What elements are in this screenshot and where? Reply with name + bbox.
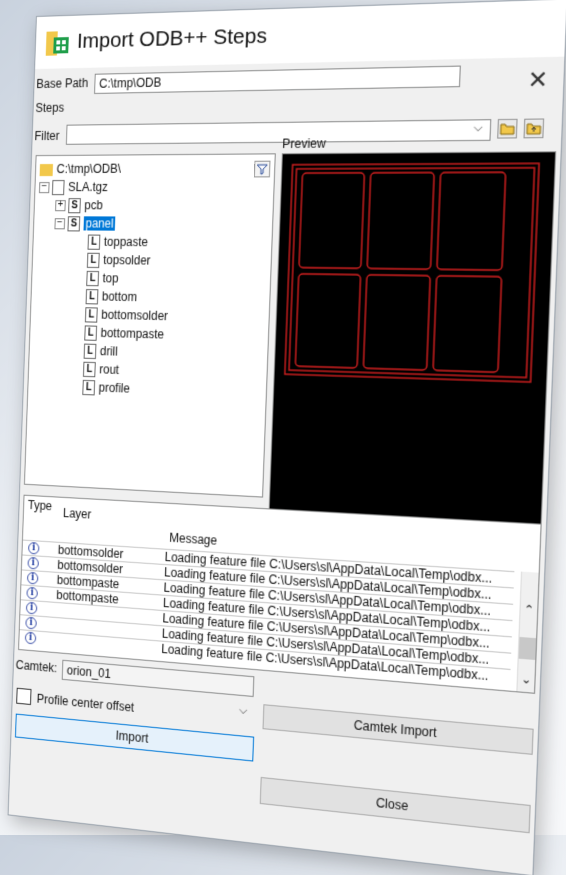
tree-node-layer[interactable]: Lbottompaste (84, 323, 164, 343)
scroll-down-icon[interactable]: ⌄ (521, 672, 532, 687)
info-icon: i (26, 571, 39, 585)
filter-label: Filter (34, 128, 60, 144)
info-icon: i (24, 631, 37, 645)
tree-label: top (102, 271, 119, 286)
expand-icon[interactable]: + (55, 199, 66, 212)
tree-label: toppaste (103, 234, 149, 250)
layer-icon: L (82, 380, 96, 396)
scroll-up-icon[interactable]: ⌃ (524, 602, 535, 617)
panel-border-inner (289, 168, 534, 378)
tree-node-layer[interactable]: Lbottomsolder (84, 305, 169, 325)
preview-canvas[interactable] (267, 151, 557, 557)
tree-node-pcb[interactable]: + Spcb (55, 196, 103, 214)
layer-icon: L (84, 307, 98, 323)
profile-center-offset-checkbox[interactable] (16, 687, 32, 706)
tree-label: pcb (84, 198, 103, 213)
info-icon: i (27, 541, 40, 555)
steps-label: Steps (35, 100, 65, 116)
collapse-icon[interactable]: − (54, 218, 66, 230)
tree-label: rout (99, 362, 120, 378)
archive-icon (51, 180, 65, 196)
layer-icon: L (84, 325, 98, 342)
scroll-thumb[interactable] (518, 636, 538, 661)
layer-icon: L (86, 253, 100, 269)
funnel-icon[interactable] (254, 161, 271, 178)
steps-tree[interactable]: C:\tmp\ODB\ − SLA.tgz + Spcb − Spanel Ltopp… (23, 153, 276, 498)
filter-combo[interactable] (65, 119, 492, 145)
preview-label: Preview (281, 136, 327, 152)
tree-label: SLA.tgz (67, 179, 109, 195)
board-outline (363, 275, 430, 370)
tree-label: bottomsolder (101, 307, 169, 324)
tree-label: drill (99, 344, 119, 359)
panel-outline-drawing (269, 152, 556, 555)
step-icon: S (68, 198, 81, 214)
layer-icon: L (87, 234, 101, 251)
board-outline (433, 276, 502, 372)
tree-label: bottompaste (100, 325, 165, 342)
tree-node-archive[interactable]: − SLA.tgz (38, 178, 109, 196)
info-icon: i (26, 586, 38, 600)
window-title: Import ODB++ Steps (76, 23, 268, 53)
tree-node-panel[interactable]: − Spanel (54, 214, 116, 232)
tree-node-layer[interactable]: Ltoppaste (87, 233, 148, 252)
tree-node-layer[interactable]: Lbottom (85, 287, 138, 306)
panel-border-outer (285, 163, 539, 382)
layer-icon: L (82, 362, 96, 378)
info-icon: i (25, 601, 38, 615)
base-path-label: Base Path (36, 75, 89, 92)
tree-label: profile (98, 380, 131, 396)
info-icon: i (25, 616, 37, 630)
camtek-label: Camtek: (15, 657, 58, 676)
app-icon (45, 31, 69, 56)
chevron-down-icon[interactable]: ⌵ (473, 121, 483, 135)
board-outline (367, 173, 434, 270)
tree-node-root[interactable]: C:\tmp\ODB\ (39, 160, 122, 179)
board-outline (437, 172, 506, 270)
column-header-type[interactable]: Type (27, 498, 53, 543)
import-odb-dialog: Import ODB++ Steps Base Path C:\tmp\ODB … (7, 0, 566, 875)
chevron-down-icon[interactable]: ⌵ (239, 704, 248, 718)
board-outline (299, 173, 364, 269)
import-button[interactable]: Import (14, 713, 255, 762)
tree-node-layer[interactable]: Ltop (86, 269, 119, 288)
layer-icon: L (83, 343, 97, 360)
layer-icon: L (86, 271, 100, 287)
info-icon: i (27, 556, 39, 570)
collapse-icon[interactable]: − (38, 181, 50, 194)
tree-label-selected: panel (83, 216, 116, 231)
tree-node-layer[interactable]: Ltopsolder (86, 251, 151, 270)
folder-open-icon[interactable] (497, 119, 518, 139)
board-outline (295, 274, 360, 368)
camtek-import-button[interactable]: Camtek Import (262, 704, 534, 755)
tree-label: C:\tmp\ODB\ (56, 161, 122, 177)
profile-center-offset-label: Profile center offset (36, 691, 135, 715)
tree-node-layer[interactable]: Lrout (82, 360, 120, 379)
log-scrollbar[interactable]: ⌃ ⌄ (516, 571, 541, 693)
close-icon[interactable]: ✕ (525, 66, 550, 94)
layer-icon: L (85, 289, 99, 305)
tree-node-layer[interactable]: Lprofile (82, 378, 130, 398)
base-path-input[interactable]: C:\tmp\ODB (94, 65, 461, 94)
folder-up-icon[interactable] (523, 118, 544, 138)
close-button[interactable]: Close (259, 776, 531, 834)
step-icon: S (67, 216, 81, 232)
tree-label: bottom (101, 289, 138, 305)
tree-label: topsolder (103, 252, 151, 268)
folder-icon (39, 163, 54, 176)
tree-node-layer[interactable]: Ldrill (83, 342, 119, 361)
